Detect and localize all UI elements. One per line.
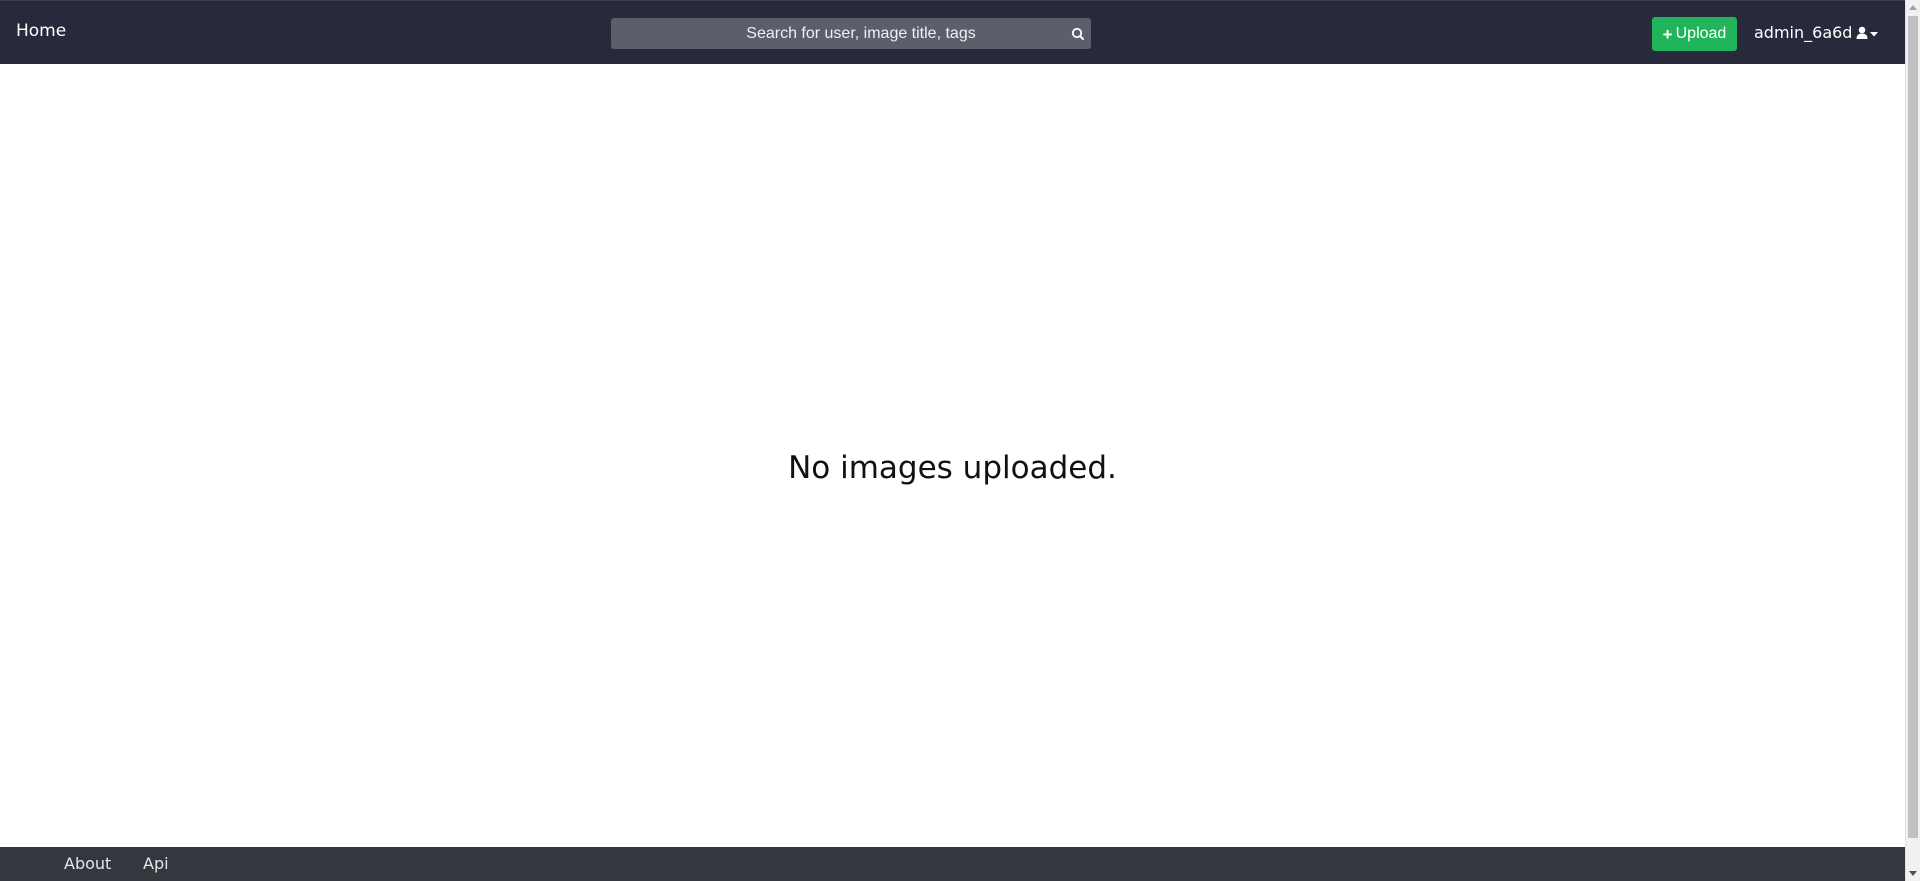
search-bar bbox=[611, 18, 1091, 49]
empty-state-message: No images uploaded. bbox=[788, 450, 1117, 486]
caret-down-icon bbox=[1870, 32, 1878, 37]
scroll-down-icon[interactable] bbox=[1909, 871, 1917, 876]
scroll-up-icon[interactable] bbox=[1909, 5, 1917, 10]
home-link[interactable]: Home bbox=[16, 21, 66, 41]
footer: About Api bbox=[0, 847, 1905, 881]
plus-icon: + bbox=[1662, 24, 1673, 44]
upload-button-label: Upload bbox=[1675, 25, 1727, 42]
upload-button[interactable]: + Upload bbox=[1652, 17, 1737, 51]
user-menu-dropdown[interactable] bbox=[1856, 25, 1884, 43]
search-input[interactable] bbox=[611, 18, 1081, 49]
footer-link-about[interactable]: About bbox=[64, 854, 111, 873]
vertical-scrollbar[interactable] bbox=[1905, 0, 1920, 881]
username-link[interactable]: admin_6a6d bbox=[1754, 23, 1852, 42]
app-window: Home + Upload admin_6a6d bbox=[0, 0, 1920, 881]
main-content: No images uploaded. bbox=[0, 64, 1905, 847]
top-navbar: Home + Upload admin_6a6d bbox=[0, 0, 1905, 64]
footer-link-api[interactable]: Api bbox=[143, 854, 169, 873]
search-icon[interactable] bbox=[1069, 25, 1087, 43]
scrollbar-thumb[interactable] bbox=[1908, 16, 1918, 838]
user-icon bbox=[1856, 26, 1868, 39]
